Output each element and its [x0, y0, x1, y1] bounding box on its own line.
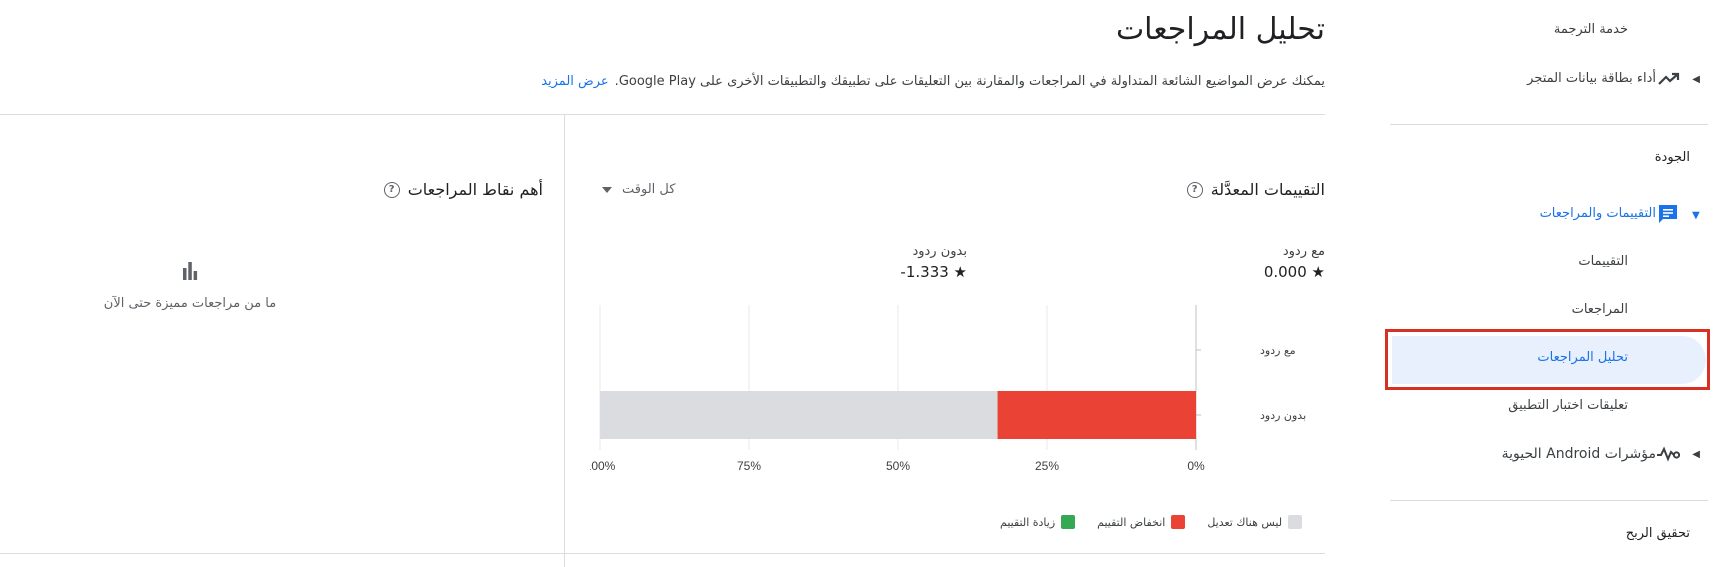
with-replies-label: مع ردود	[1282, 244, 1325, 259]
x-tick-label: 50%	[886, 459, 910, 473]
adjusted-ratings-title-text: التقييمات المعدَّلة	[1210, 180, 1325, 199]
page-description: يمكنك عرض المواضيع الشائعة المتداولة في …	[541, 74, 1325, 89]
legend-label: زيادة التقييم	[1000, 515, 1056, 529]
x-tick-label: 100%	[590, 459, 616, 473]
empty-state-message: ما من مراجعات مميزة حتى الآن	[103, 296, 277, 311]
sidebar-item-ratings-and-reviews[interactable]: التقييمات والمراجعات	[1540, 206, 1656, 221]
legend-item-no-change: ليس هناك تعديل	[1207, 515, 1303, 529]
sidebar-divider	[1390, 124, 1708, 125]
bar-segment	[997, 391, 1196, 439]
sidebar-item-store-listing-performance[interactable]: أداء بطاقة بيانات المتجر	[1527, 71, 1656, 86]
sidebar-divider	[1390, 500, 1708, 501]
legend-swatch	[1171, 515, 1186, 529]
highlight-box	[1385, 329, 1710, 390]
without-replies-label: بدون ردود	[912, 244, 967, 259]
review-comment-icon	[1655, 201, 1681, 227]
sidebar-item-ratings[interactable]: التقييمات	[1578, 254, 1628, 269]
legend-swatch	[1061, 515, 1076, 529]
trending-up-icon	[1657, 70, 1681, 88]
expand-caret-icon[interactable]: ◀	[1691, 212, 1702, 220]
y-category-label: مع ردود	[1260, 344, 1296, 357]
sidebar-item-android-vitals[interactable]: مؤشرات Android الحيوية	[1502, 446, 1656, 462]
bar-segment	[600, 391, 998, 439]
dropdown-arrow-icon	[602, 186, 612, 193]
help-icon[interactable]: ?	[1186, 181, 1203, 198]
sidebar-nav: خدمة الترجمة ◀ أداء بطاقة بيانات المتجر …	[1385, 0, 1718, 567]
panel-divider	[564, 114, 565, 567]
header-divider	[0, 114, 1325, 115]
with-replies-value: 0.000 ★	[1263, 263, 1325, 281]
legend-item-rating-decrease: انخفاض التقييم	[1097, 515, 1186, 529]
sidebar-section-quality: الجودة	[1654, 150, 1690, 165]
collapse-caret-icon[interactable]: ◀	[1692, 74, 1700, 85]
bottom-divider	[0, 553, 1325, 554]
time-range-value: كل الوقت	[622, 182, 676, 197]
time-range-dropdown[interactable]: كل الوقت	[602, 182, 675, 197]
legend-item-rating-increase: زيادة التقييم	[1000, 515, 1076, 529]
x-tick-label: 25%	[1035, 459, 1059, 473]
bar-chart-icon	[180, 262, 200, 284]
description-text: يمكنك عرض المواضيع الشائعة المتداولة في …	[614, 74, 1325, 89]
sidebar-item-reviews[interactable]: المراجعات	[1572, 302, 1628, 317]
y-category-label: بدون ردود	[1260, 409, 1306, 422]
chart-legend: ليس هناك تعديل انخفاض التقييم زيادة التق…	[1000, 515, 1303, 529]
legend-label: ليس هناك تعديل	[1207, 515, 1283, 529]
review-highlights-title: أهم نقاط المراجعات ?	[383, 180, 543, 199]
x-tick-label: 0%	[1187, 459, 1205, 473]
page-title: تحليل المراجعات	[1115, 12, 1325, 47]
sidebar-item-app-testing-feedback[interactable]: تعليقات اختبار التطبيق	[1508, 398, 1628, 413]
with-replies-stat: مع ردود 0.000 ★	[1264, 244, 1325, 281]
adjusted-ratings-chart: 0% 25% 50% 75% 100% مع ردود بدون ردود	[590, 305, 1306, 473]
sidebar-section-monetization: تحقيق الربح	[1625, 526, 1690, 541]
x-tick-label: 75%	[737, 459, 761, 473]
without-replies-stat: بدون ردود -1.333 ★	[900, 244, 967, 281]
collapse-caret-icon[interactable]: ◀	[1692, 449, 1700, 460]
sidebar-item-translation-service[interactable]: خدمة الترجمة	[1554, 22, 1628, 37]
highlights-empty-state: ما من مراجعات مميزة حتى الآن	[100, 262, 280, 311]
help-icon[interactable]: ?	[383, 181, 400, 198]
adjusted-ratings-title: التقييمات المعدَّلة ?	[1186, 180, 1325, 199]
learn-more-link[interactable]: عرض المزيد	[541, 74, 608, 89]
legend-swatch	[1288, 515, 1303, 529]
legend-label: انخفاض التقييم	[1097, 515, 1166, 529]
without-replies-value: -1.333 ★	[900, 263, 967, 281]
vitals-pulse-icon	[1655, 444, 1681, 464]
review-highlights-title-text: أهم نقاط المراجعات	[407, 180, 543, 199]
